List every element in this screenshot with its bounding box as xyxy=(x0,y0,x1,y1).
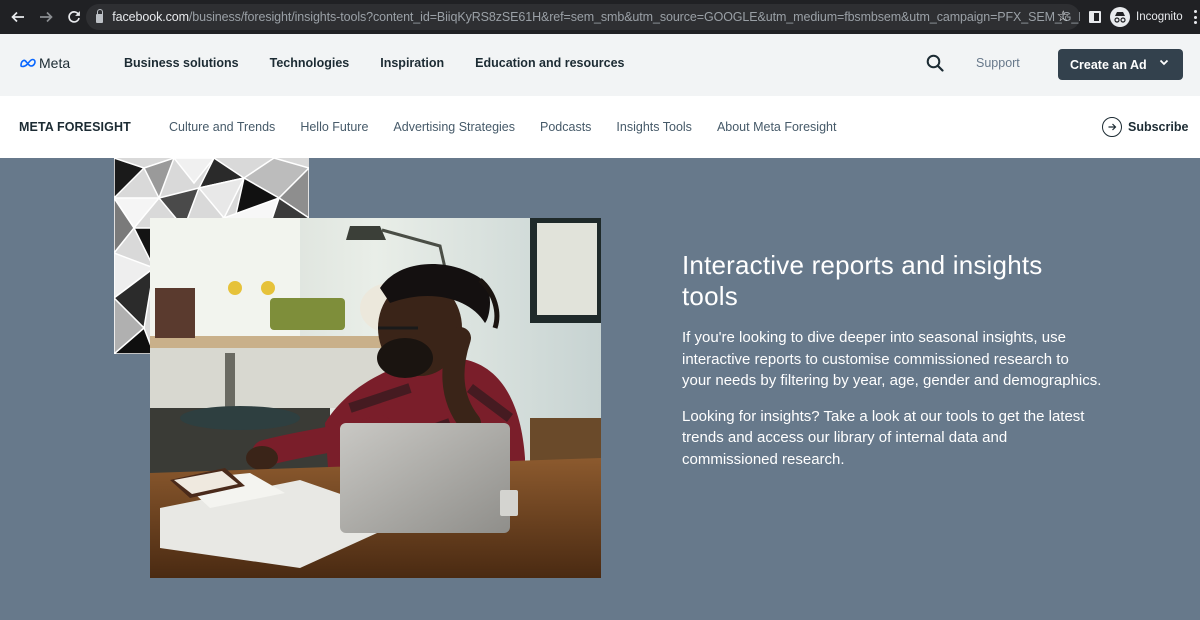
meta-logo[interactable]: Meta xyxy=(19,55,70,71)
subscribe-button[interactable]: Subscribe xyxy=(1102,117,1188,137)
hero-text-block: Interactive reports and insights tools I… xyxy=(682,250,1102,484)
meta-infinity-icon xyxy=(20,58,36,68)
hero-paragraph-2: Looking for insights? Take a look at our… xyxy=(682,407,1085,468)
url-host: facebook.com xyxy=(112,10,189,24)
create-an-ad-button[interactable]: Create an Ad xyxy=(1058,49,1183,80)
forward-button[interactable] xyxy=(34,5,58,29)
subnav-advertising-strategies[interactable]: Advertising Strategies xyxy=(393,120,515,134)
support-link[interactable]: Support xyxy=(976,56,1020,70)
arrow-right-icon xyxy=(40,11,53,23)
url-text: facebook.com/business/foresight/insights… xyxy=(112,10,1080,24)
man-with-laptop-photo xyxy=(150,218,601,578)
search-icon[interactable] xyxy=(926,54,944,72)
create-ad-label: Create an Ad xyxy=(1070,57,1147,72)
browser-menu-icon[interactable] xyxy=(1194,10,1198,24)
browser-toolbar: facebook.com/business/foresight/insights… xyxy=(0,0,1200,34)
nav-business-solutions[interactable]: Business solutions xyxy=(124,56,239,70)
meta-header: Meta Business solutions Technologies Ins… xyxy=(0,34,1200,96)
main-nav: Business solutions Technologies Inspirat… xyxy=(124,56,656,70)
photo-illustration xyxy=(150,218,601,578)
nav-education-and-resources[interactable]: Education and resources xyxy=(475,56,624,70)
subscribe-label: Subscribe xyxy=(1128,120,1189,134)
subnav-insights-tools[interactable]: Insights Tools xyxy=(616,120,692,134)
meta-logo-text: Meta xyxy=(39,55,71,71)
reload-icon xyxy=(68,11,80,23)
nav-technologies[interactable]: Technologies xyxy=(270,56,350,70)
subnav-podcasts[interactable]: Podcasts xyxy=(540,120,591,134)
foresight-nav: Culture and Trends Hello Future Advertis… xyxy=(169,120,861,134)
address-bar[interactable]: facebook.com/business/foresight/insights… xyxy=(86,4,1080,30)
meta-foresight-brand[interactable]: META FORESIGHT xyxy=(19,120,131,134)
nav-inspiration[interactable]: Inspiration xyxy=(380,56,444,70)
reload-button[interactable] xyxy=(62,5,86,29)
incognito-icon xyxy=(1110,7,1130,27)
subnav-hello-future[interactable]: Hello Future xyxy=(300,120,368,134)
arrow-left-icon xyxy=(11,11,24,23)
side-panel-icon[interactable] xyxy=(1089,11,1101,23)
bookmark-star-icon[interactable]: ☆ xyxy=(1057,7,1070,25)
incognito-label: Incognito xyxy=(1136,11,1183,23)
incognito-profile-button[interactable]: Incognito xyxy=(1110,6,1183,28)
subnav-about-meta-foresight[interactable]: About Meta Foresight xyxy=(717,120,837,134)
foresight-subnav: META FORESIGHT Culture and Trends Hello … xyxy=(0,96,1200,158)
hero-title: Interactive reports and insights tools xyxy=(682,250,1043,311)
url-path: /business/foresight/insights-tools?conte… xyxy=(188,10,1080,24)
chevron-down-icon[interactable] xyxy=(1159,57,1169,67)
back-button[interactable] xyxy=(6,5,30,29)
arrow-right-circle-icon xyxy=(1102,117,1122,137)
hero-paragraph-1: If you're looking to dive deeper into se… xyxy=(682,329,1102,389)
lock-icon xyxy=(96,9,104,23)
subnav-culture-and-trends[interactable]: Culture and Trends xyxy=(169,120,275,134)
